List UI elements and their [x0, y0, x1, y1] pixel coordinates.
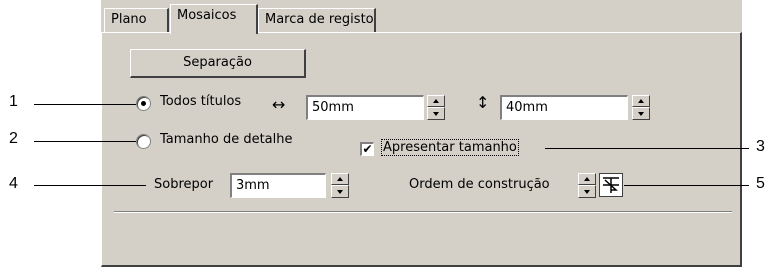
tab-label: Mosaicos [177, 8, 237, 23]
construction-order-icon[interactable] [599, 173, 623, 197]
sobrepor-spinner[interactable] [331, 173, 349, 198]
todos-titulos-radio[interactable] [136, 96, 151, 111]
sobrepor-label: Sobrepor [154, 177, 214, 192]
tab-marca-de-registo[interactable]: Marca de registo [258, 8, 376, 32]
sobrepor-input[interactable]: 3mm [230, 173, 326, 198]
callout-line-4 [34, 185, 146, 186]
spin-up-arrow-icon[interactable] [427, 95, 445, 107]
width-spinner[interactable] [427, 95, 445, 120]
tamanho-de-detalhe-radio[interactable] [136, 134, 151, 149]
tab-label: Plano [111, 12, 147, 27]
horizontal-arrows-icon: ↔ [272, 95, 286, 114]
ordem-de-construcao-label: Ordem de construção [409, 177, 550, 192]
width-value: 50mm [312, 100, 354, 115]
spin-down-arrow-icon[interactable] [331, 185, 349, 198]
callout-line-2 [34, 141, 136, 142]
spin-up-arrow-icon[interactable] [632, 95, 650, 107]
radio-dot [141, 101, 146, 106]
spin-down-arrow-icon[interactable] [632, 107, 650, 120]
callout-2: 2 [9, 130, 18, 147]
height-value: 40mm [506, 100, 548, 115]
spin-up-arrow-icon[interactable] [331, 173, 349, 185]
tab-label: Marca de registo [265, 12, 374, 27]
button-label: Separação [183, 55, 252, 70]
apresentar-tamanho-checkbox[interactable]: ✔ [360, 142, 374, 156]
callout-line-1 [34, 104, 136, 105]
spin-up-arrow-icon[interactable] [578, 173, 596, 185]
vertical-arrows-icon: ↕ [476, 93, 490, 112]
height-spinner[interactable] [632, 95, 650, 120]
construction-order-glyph [603, 177, 619, 193]
tab-plano[interactable]: Plano [104, 8, 169, 32]
ordem-spinner[interactable] [578, 173, 596, 198]
todos-titulos-label: Todos títulos [160, 94, 242, 109]
tamanho-de-detalhe-label: Tamanho de detalhe [160, 132, 293, 147]
callout-1: 1 [9, 93, 18, 110]
callout-line-3 [545, 148, 749, 149]
sobrepor-value: 3mm [236, 178, 270, 193]
separator [114, 211, 732, 213]
callout-line-5 [624, 185, 749, 186]
height-input[interactable]: 40mm [500, 95, 628, 120]
callout-4: 4 [9, 175, 18, 192]
width-input[interactable]: 50mm [306, 95, 424, 120]
spin-down-arrow-icon[interactable] [427, 107, 445, 120]
spin-down-arrow-icon[interactable] [578, 185, 596, 198]
separacao-button[interactable]: Separação [130, 49, 306, 78]
callout-5: 5 [756, 175, 765, 192]
callout-3: 3 [756, 138, 765, 155]
tab-mosaicos[interactable]: Mosaicos [170, 4, 258, 34]
apresentar-tamanho-label: Apresentar tamanho [381, 139, 519, 156]
